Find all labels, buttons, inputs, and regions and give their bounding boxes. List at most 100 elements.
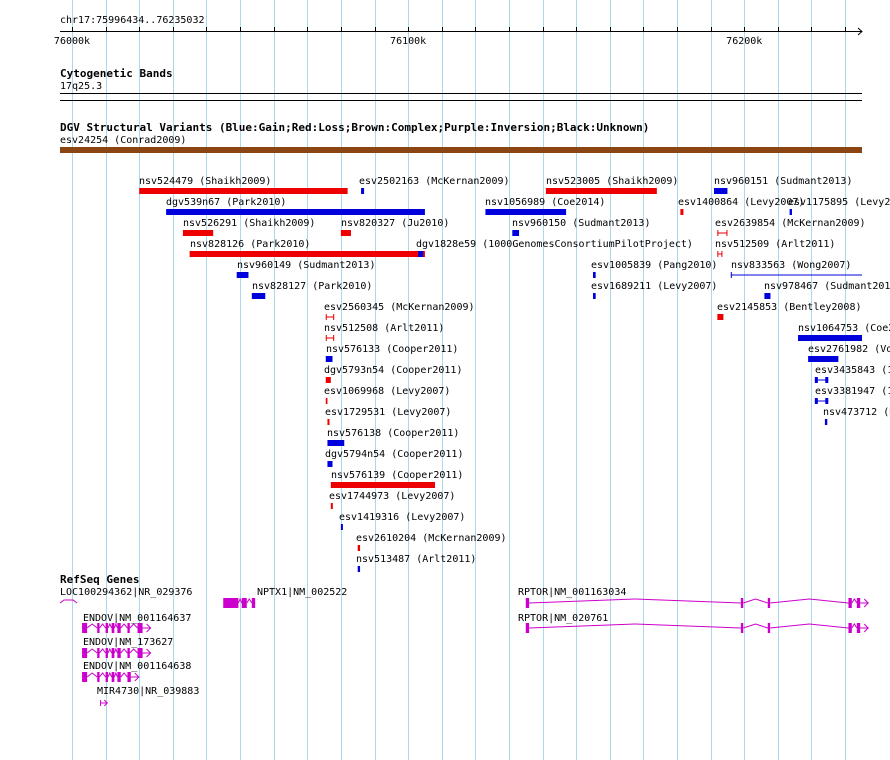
refseq-intron[interactable] (529, 598, 741, 604)
dgv-feature-label[interactable]: esv2639854 (McKernan2009) (715, 218, 866, 229)
refseq-exon[interactable] (525, 623, 530, 633)
dgv-feature-bar[interactable] (824, 419, 828, 425)
refseq-intron[interactable] (851, 598, 858, 604)
refseq-exon[interactable] (740, 623, 744, 633)
dgv-feature-label[interactable]: nsv512509 (Arlt2011) (715, 239, 835, 250)
dgv-feature-label[interactable]: dgv539n67 (Park2010) (166, 197, 286, 208)
refseq-exon[interactable] (137, 623, 143, 633)
dgv-feature-label[interactable]: nsv473712 (Kidd2008) (823, 407, 890, 418)
dgv-feature-bar[interactable] (798, 335, 862, 341)
dgv-feature-bar[interactable] (166, 209, 425, 215)
dgv-feature-label[interactable]: dgv1828e59 (1000GenomesConsortiumPilotPr… (416, 239, 693, 250)
refseq-intron[interactable] (120, 672, 128, 678)
dgv-feature-bar[interactable] (825, 377, 829, 383)
dgv-feature-bar[interactable] (713, 188, 728, 194)
dgv-feature-label[interactable]: nsv523005 (Shaikh2009) (546, 176, 678, 187)
dgv-feature-label[interactable]: esv1729531 (Levy2007) (325, 407, 451, 418)
refseq-gene-label[interactable]: RPTOR|NM_001163034 (518, 587, 626, 598)
dgv-feature-bar[interactable] (325, 356, 333, 362)
dgv-feature-label[interactable]: esv1175895 (Levy2007) (788, 197, 890, 208)
dgv-feature-label[interactable]: esv3435843 (1000Genomes) (815, 365, 890, 376)
refseq-gene-label[interactable]: MIR4730|NR_039883 (97, 686, 199, 697)
refseq-exon[interactable] (856, 623, 861, 633)
dgv-feature-label[interactable]: nsv524479 (Shaikh2009) (139, 176, 271, 187)
refseq-intron[interactable] (743, 598, 768, 604)
dgv-feature-label[interactable]: dgv5793n54 (Cooper2011) (324, 365, 462, 376)
dgv-feature-bar[interactable] (592, 293, 596, 299)
dgv-feature-bar[interactable] (717, 314, 724, 320)
refseq-exon[interactable] (117, 623, 121, 633)
refseq-intron[interactable] (107, 647, 113, 654)
refseq-exon[interactable] (97, 623, 100, 633)
refseq-gene-label[interactable]: ENDOV|NM_001164637 (83, 613, 191, 624)
refseq-gene-label[interactable]: RPTOR|NM_020761 (518, 613, 608, 624)
dgv-feature-label[interactable]: esv1419316 (Levy2007) (339, 512, 465, 523)
refseq-exon[interactable] (241, 598, 247, 608)
dgv-feature-bar[interactable] (808, 356, 839, 362)
refseq-intron[interactable] (246, 598, 253, 604)
dgv-feature-label[interactable]: dgv5794n54 (Cooper2011) (325, 449, 463, 460)
refseq-exon[interactable] (767, 623, 771, 633)
refseq-exon[interactable] (82, 623, 88, 633)
dgv-feature-label[interactable]: esv1005839 (Pang2010) (591, 260, 717, 271)
refseq-exon[interactable] (117, 648, 121, 658)
refseq-exon[interactable] (223, 598, 239, 608)
dgv-feature-label[interactable]: esv1689211 (Levy2007) (591, 281, 717, 292)
dgv-feature-bar[interactable] (357, 545, 361, 551)
dgv-feature-label[interactable]: nsv576138 (Cooper2011) (327, 428, 459, 439)
dgv-feature-bar[interactable] (814, 377, 818, 383)
dgv-feature-bar[interactable] (592, 272, 596, 278)
refseq-exon[interactable] (740, 598, 744, 608)
dgv-feature-bar[interactable] (814, 398, 818, 404)
refseq-exon[interactable] (856, 598, 861, 608)
refseq-exon[interactable] (105, 623, 108, 633)
dgv-feature-label[interactable]: esv2502163 (McKernan2009) (359, 176, 510, 187)
dgv-feature-label[interactable]: esv2145853 (Bentley2008) (717, 302, 862, 313)
refseq-gene-glyph[interactable] (59, 599, 78, 604)
dgv-feature-bar[interactable] (60, 147, 862, 153)
dgv-feature-label[interactable]: esv24254 (Conrad2009) (60, 135, 186, 146)
refseq-intron[interactable] (129, 648, 138, 654)
refseq-exon[interactable] (105, 672, 108, 682)
refseq-intron[interactable] (237, 597, 243, 604)
dgv-feature-label[interactable]: esv2610204 (McKernan2009) (356, 533, 507, 544)
dgv-feature-bar[interactable] (182, 230, 214, 236)
dgv-feature-label[interactable]: nsv978467 (Sudmant2013) (764, 281, 890, 292)
refseq-exon[interactable] (525, 598, 530, 608)
dgv-feature-bar[interactable] (189, 251, 425, 257)
refseq-intron[interactable] (120, 648, 128, 654)
dgv-feature-label[interactable]: nsv960151 (Sudmant2013) (714, 176, 852, 187)
refseq-intron[interactable] (107, 671, 113, 678)
dgv-feature-bar[interactable] (139, 188, 348, 194)
refseq-intron[interactable] (743, 623, 768, 629)
dgv-feature-label[interactable]: esv1744973 (Levy2007) (329, 491, 455, 502)
dgv-feature-bar[interactable] (764, 293, 771, 299)
refseq-intron[interactable] (851, 623, 858, 629)
dgv-feature-bar[interactable] (418, 251, 424, 257)
dgv-feature-label[interactable]: nsv960150 (Sudmant2013) (512, 218, 650, 229)
dgv-feature-label[interactable]: nsv512508 (Arlt2011) (324, 323, 444, 334)
dgv-feature-label[interactable]: nsv513487 (Arlt2011) (356, 554, 476, 565)
dgv-feature-label[interactable]: esv2560345 (McKernan2009) (324, 302, 475, 313)
dgv-feature-bar[interactable] (325, 398, 328, 404)
refseq-exon[interactable] (251, 598, 256, 608)
dgv-feature-label[interactable]: nsv526291 (Shaikh2009) (183, 218, 315, 229)
refseq-intron[interactable] (113, 622, 118, 629)
dgv-feature-label[interactable]: nsv960149 (Sudmant2013) (237, 260, 375, 271)
refseq-exon[interactable] (127, 672, 131, 682)
refseq-intron[interactable] (86, 672, 98, 678)
refseq-intron[interactable] (129, 623, 138, 629)
refseq-intron[interactable] (770, 623, 849, 629)
refseq-intron[interactable] (99, 672, 106, 678)
refseq-gene-label[interactable]: NPTX1|NM_002522 (257, 587, 347, 598)
dgv-feature-bar[interactable] (825, 398, 829, 404)
refseq-exon[interactable] (127, 648, 130, 658)
dgv-feature-bar[interactable] (327, 440, 345, 446)
dgv-feature-bar[interactable] (251, 293, 266, 299)
refseq-intron[interactable] (107, 622, 113, 629)
refseq-exon[interactable] (111, 648, 115, 658)
refseq-intron[interactable] (99, 623, 106, 629)
refseq-exon[interactable] (137, 648, 143, 658)
refseq-intron[interactable] (86, 623, 98, 629)
dgv-feature-bar[interactable] (236, 272, 249, 278)
